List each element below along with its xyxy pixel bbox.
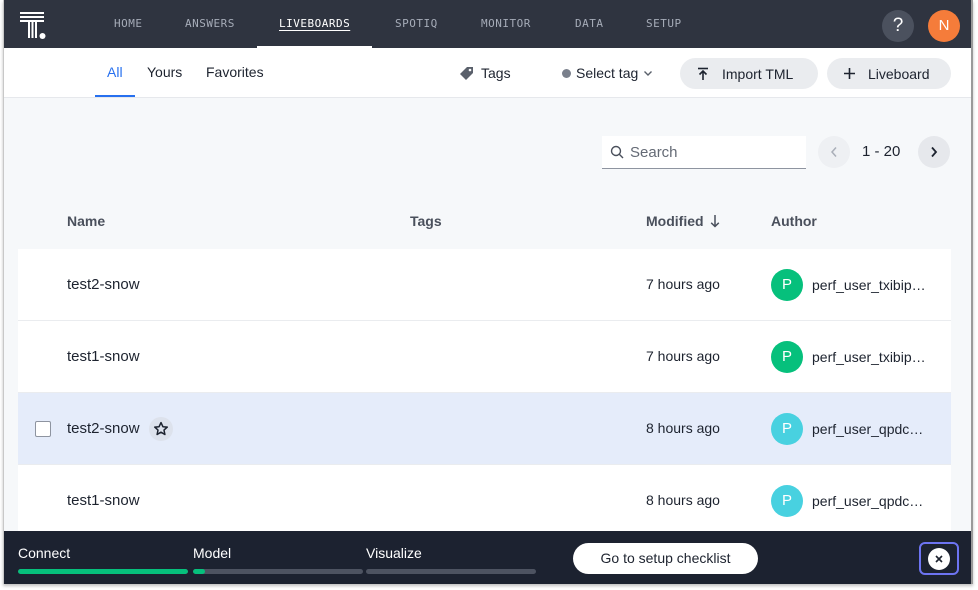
nav-liveboards[interactable]: LIVEBOARDS bbox=[256, 0, 373, 48]
search-input[interactable] bbox=[630, 143, 790, 161]
chevron-down-icon bbox=[644, 71, 653, 76]
column-header-tags: Tags bbox=[410, 213, 442, 229]
next-page-button[interactable] bbox=[918, 136, 950, 168]
search-icon bbox=[610, 145, 624, 159]
liveboard-name[interactable]: test2-snow bbox=[67, 420, 140, 437]
import-tml-label: Import TML bbox=[722, 65, 794, 82]
close-icon bbox=[928, 547, 950, 570]
nav-setup[interactable]: SETUP bbox=[646, 0, 682, 48]
author-cell: P perf_user_txibip… bbox=[771, 321, 926, 392]
user-avatar[interactable]: N bbox=[928, 10, 960, 42]
step-visualize-progress bbox=[366, 569, 536, 574]
row-name-cell: test1-snow bbox=[67, 321, 140, 392]
tags-label: Tags bbox=[481, 65, 511, 81]
nav-spotiq[interactable]: SPOTIQ bbox=[395, 0, 438, 48]
nav-monitor[interactable]: MONITOR bbox=[481, 0, 531, 48]
author-avatar: P bbox=[771, 268, 803, 301]
modified-time: 7 hours ago bbox=[646, 348, 720, 364]
column-author-label: Author bbox=[771, 213, 817, 229]
step-model-label: Model bbox=[193, 545, 232, 561]
modified-time: 7 hours ago bbox=[646, 276, 720, 292]
author-name: perf_user_qpdc… bbox=[812, 420, 924, 437]
author-name: perf_user_txibip… bbox=[812, 348, 926, 365]
author-name: perf_user_txibip… bbox=[812, 276, 926, 293]
search-field[interactable] bbox=[602, 136, 806, 169]
select-tag-dropdown[interactable]: Select tag bbox=[562, 62, 653, 84]
liveboard-name[interactable]: test1-snow bbox=[67, 492, 140, 509]
tag-color-dot-icon bbox=[562, 68, 571, 78]
new-liveboard-button[interactable]: Liveboard bbox=[827, 58, 951, 89]
column-modified-label: Modified bbox=[646, 213, 704, 229]
sort-descending-icon bbox=[710, 215, 719, 228]
liveboard-name[interactable]: test1-snow bbox=[67, 348, 140, 365]
tab-favorites[interactable]: Favorites bbox=[206, 48, 264, 97]
author-avatar: P bbox=[771, 484, 803, 517]
tab-yours[interactable]: Yours bbox=[147, 48, 182, 97]
select-tag-label: Select tag bbox=[576, 65, 639, 81]
column-header-name[interactable]: Name bbox=[67, 213, 105, 229]
row-name-cell: test2-snow bbox=[67, 249, 140, 320]
column-name-label: Name bbox=[67, 213, 106, 229]
column-tags-label: Tags bbox=[410, 213, 442, 229]
upload-icon bbox=[698, 67, 708, 80]
author-cell: P perf_user_qpdc… bbox=[771, 465, 923, 536]
new-liveboard-label: Liveboard bbox=[868, 65, 930, 82]
tab-all[interactable]: All bbox=[95, 48, 134, 97]
step-connect-progress bbox=[18, 569, 188, 574]
author-cell: P perf_user_txibip… bbox=[771, 249, 926, 320]
author-cell: P perf_user_qpdc… bbox=[771, 393, 923, 464]
row-checkbox[interactable] bbox=[35, 421, 51, 437]
favorite-button[interactable] bbox=[148, 416, 173, 441]
page-range: 1 - 20 bbox=[862, 143, 901, 160]
step-connect-fill bbox=[18, 569, 188, 574]
liveboard-name[interactable]: test2-snow bbox=[67, 276, 140, 293]
thoughtspot-logo-icon[interactable] bbox=[18, 9, 50, 41]
tags-button[interactable]: Tags bbox=[459, 62, 511, 84]
sub-header: All Yours Favorites Tags Select tag Impo… bbox=[4, 48, 971, 98]
setup-progress-bar: Connect Model Visualize Go to setup chec… bbox=[4, 531, 971, 584]
setup-checklist-button[interactable]: Go to setup checklist bbox=[573, 543, 758, 574]
close-setup-bar-button[interactable] bbox=[919, 542, 959, 575]
tag-icon bbox=[460, 67, 473, 80]
chevron-left-icon bbox=[830, 147, 837, 157]
table-row[interactable]: test2-snow 8 hours ago P perf_user_qpdc… bbox=[18, 393, 951, 465]
nav-data[interactable]: DATA bbox=[575, 0, 604, 48]
column-header-author[interactable]: Author bbox=[771, 213, 817, 229]
previous-page-button[interactable] bbox=[818, 136, 850, 168]
step-connect-label: Connect bbox=[18, 545, 71, 561]
step-visualize-label: Visualize bbox=[366, 545, 422, 561]
step-model-fill bbox=[193, 569, 205, 574]
column-header-modified[interactable]: Modified bbox=[646, 213, 720, 229]
step-model-progress bbox=[193, 569, 363, 574]
author-avatar: P bbox=[771, 340, 803, 373]
modified-time: 8 hours ago bbox=[646, 492, 720, 508]
nav-answers[interactable]: ANSWERS bbox=[185, 0, 235, 48]
table-row[interactable]: test1-snow 8 hours ago P perf_user_qpdc… bbox=[18, 465, 951, 537]
plus-icon bbox=[844, 68, 855, 79]
author-name: perf_user_qpdc… bbox=[812, 492, 924, 509]
top-nav: HOME ANSWERS LIVEBOARDS SPOTIQ MONITOR D… bbox=[4, 0, 971, 48]
app-window: HOME ANSWERS LIVEBOARDS SPOTIQ MONITOR D… bbox=[3, 0, 973, 584]
help-button[interactable]: ? bbox=[882, 10, 914, 42]
chevron-right-icon bbox=[931, 146, 938, 158]
row-name-cell: test2-snow bbox=[67, 393, 173, 464]
author-avatar: P bbox=[771, 412, 803, 445]
table-row[interactable]: test1-snow 7 hours ago P perf_user_txibi… bbox=[18, 321, 951, 393]
table-row[interactable]: test2-snow 7 hours ago P perf_user_txibi… bbox=[18, 249, 951, 321]
liveboard-table: test2-snow 7 hours ago P perf_user_txibi… bbox=[18, 249, 951, 537]
row-name-cell: test1-snow bbox=[67, 465, 140, 536]
import-tml-button[interactable]: Import TML bbox=[680, 58, 818, 89]
nav-home[interactable]: HOME bbox=[114, 0, 143, 48]
modified-time: 8 hours ago bbox=[646, 420, 720, 436]
star-icon bbox=[153, 421, 168, 435]
